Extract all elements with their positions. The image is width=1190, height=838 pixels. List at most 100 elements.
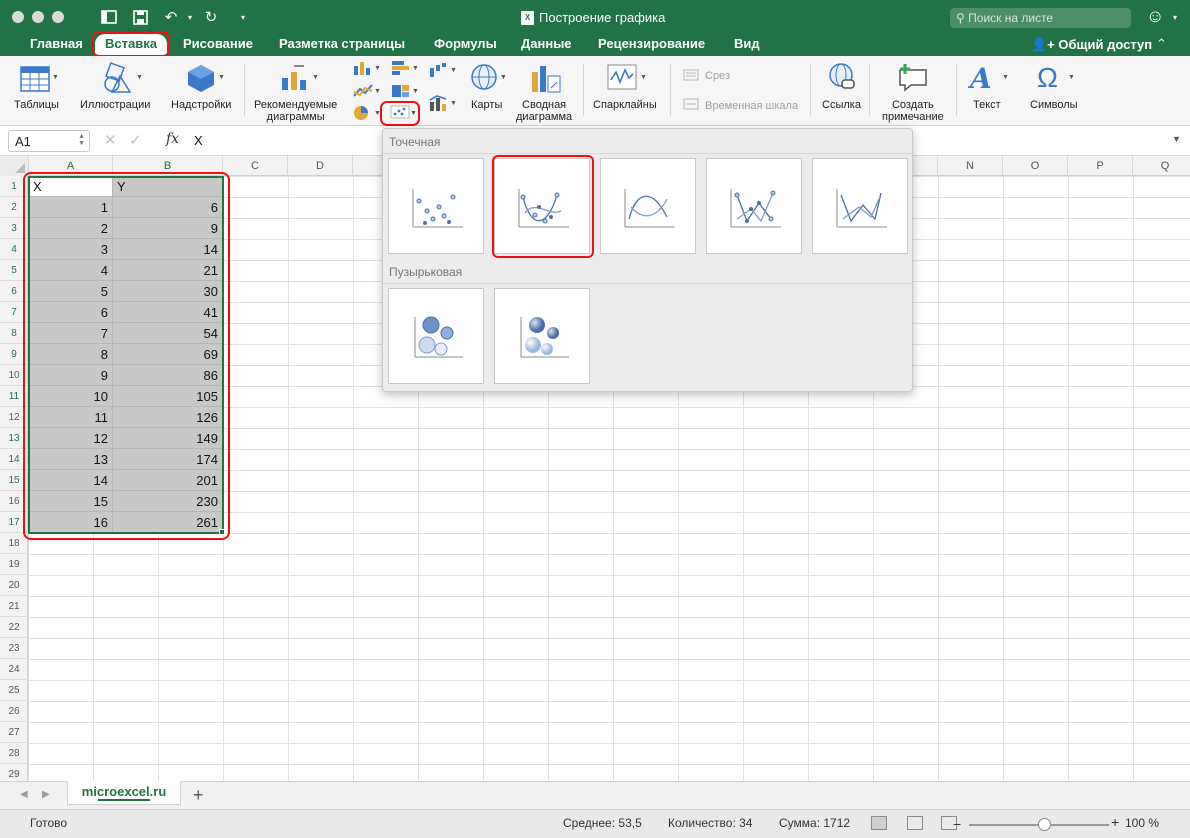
hierarchy-chart-caret-icon[interactable]: ▼	[412, 88, 419, 95]
row-header[interactable]: 27	[0, 722, 28, 743]
undo-icon[interactable]: ↶	[161, 8, 181, 26]
cancel-formula-icon[interactable]: ✕	[104, 132, 117, 149]
row-header[interactable]: 22	[0, 617, 28, 638]
symbols-button[interactable]: Символы	[1030, 99, 1078, 111]
bar-chart-icon[interactable]	[390, 60, 412, 79]
table-icon[interactable]	[20, 66, 50, 95]
link-button[interactable]: Ссылка	[822, 99, 861, 111]
scatter-straight-lines-markers-option[interactable]	[706, 158, 802, 254]
maps-button[interactable]: Карты	[471, 99, 502, 111]
close-window-button[interactable]	[12, 11, 24, 23]
new-comment-icon[interactable]	[897, 62, 929, 95]
symbols-icon[interactable]: Ω	[1037, 62, 1058, 94]
line-chart-caret-icon[interactable]: ▼	[374, 88, 381, 95]
tab-home[interactable]: Главная	[30, 36, 83, 51]
combo-chart-icon[interactable]	[428, 94, 450, 115]
row-header[interactable]: 21	[0, 596, 28, 617]
illustrations-caret-icon[interactable]: ▼	[136, 74, 143, 81]
formula-input[interactable]: X	[194, 133, 203, 148]
maps-caret-icon[interactable]: ▼	[500, 74, 507, 81]
row-header[interactable]: 23	[0, 638, 28, 659]
previous-sheet-icon[interactable]: ◀	[20, 789, 28, 800]
normal-view-icon[interactable]	[871, 816, 887, 830]
next-sheet-icon[interactable]: ▶	[42, 789, 50, 800]
zoom-level[interactable]: 100 %	[1125, 816, 1159, 830]
feedback-dropdown-icon[interactable]: ▾	[1165, 8, 1185, 26]
tables-button[interactable]: Таблицы	[14, 99, 59, 111]
recommended-charts-caret-icon[interactable]: ▼	[312, 74, 319, 81]
row-header[interactable]: 28	[0, 743, 28, 764]
insert-function-button[interactable]: fx	[166, 131, 179, 147]
search-sheet-input[interactable]: ⚲ Поиск на листе	[950, 8, 1131, 28]
bar-chart-caret-icon[interactable]: ▼	[412, 65, 419, 72]
3d-bubble-chart-option[interactable]	[494, 288, 590, 384]
hierarchy-chart-icon[interactable]	[390, 83, 412, 102]
pie-chart-icon[interactable]	[352, 105, 374, 124]
expand-formula-bar-icon[interactable]: ▼	[1172, 134, 1181, 144]
pivot-chart-icon[interactable]	[530, 62, 562, 97]
illustrations-icon[interactable]	[100, 62, 134, 97]
undo-dropdown-icon[interactable]: ▾	[180, 8, 200, 26]
waterfall-chart-caret-icon[interactable]: ▼	[450, 67, 457, 74]
tab-draw[interactable]: Рисование	[183, 36, 253, 51]
text-button[interactable]: Текст	[973, 99, 1001, 111]
recommended-charts-button[interactable]: Рекомендуемые диаграммы	[254, 99, 337, 123]
row-header[interactable]: 26	[0, 701, 28, 722]
zoom-out-icon[interactable]: −	[953, 816, 961, 832]
scatter-smooth-lines-option[interactable]	[600, 158, 696, 254]
row-header[interactable]: 20	[0, 575, 28, 596]
redo-icon[interactable]: ↻	[201, 8, 221, 26]
combo-chart-caret-icon[interactable]: ▼	[450, 100, 457, 107]
recommended-charts-icon[interactable]	[280, 64, 310, 95]
addins-caret-icon[interactable]: ▼	[218, 74, 225, 81]
scatter-straight-lines-option[interactable]	[812, 158, 908, 254]
tab-page-layout[interactable]: Разметка страницы	[279, 36, 405, 51]
pivot-chart-button[interactable]: Сводная диаграмма	[516, 99, 572, 123]
name-box-spinner-icon[interactable]: ▲ ▼	[78, 133, 85, 147]
column-chart-caret-icon[interactable]: ▼	[374, 65, 381, 72]
customize-toolbar-icon[interactable]: ▾	[233, 8, 253, 26]
maximize-window-button[interactable]	[52, 11, 64, 23]
sparklines-button[interactable]: Спарклайны	[593, 99, 657, 111]
minimize-window-button[interactable]	[32, 11, 44, 23]
share-button[interactable]: 👤+ Общий доступ	[1031, 37, 1152, 53]
scatter-markers-only-option[interactable]	[388, 158, 484, 254]
maps-icon[interactable]	[469, 62, 499, 95]
new-comment-button[interactable]: Создать примечание	[882, 99, 944, 123]
row-header[interactable]: 19	[0, 554, 28, 575]
feedback-smiley-icon[interactable]: ☺	[1146, 6, 1164, 27]
bubble-chart-option[interactable]	[388, 288, 484, 384]
column-chart-icon[interactable]	[352, 60, 374, 79]
column-header[interactable]: Q	[1133, 156, 1190, 176]
name-box[interactable]: A1 ▲ ▼	[8, 130, 90, 152]
column-header[interactable]: P	[1068, 156, 1133, 176]
sidebar-toggle-icon[interactable]	[99, 8, 119, 26]
tab-view[interactable]: Вид	[734, 36, 760, 51]
add-sheet-button[interactable]: +	[193, 785, 204, 806]
column-header[interactable]: C	[223, 156, 288, 176]
waterfall-chart-icon[interactable]	[428, 62, 450, 81]
text-icon[interactable]: A	[970, 62, 992, 95]
confirm-formula-icon[interactable]: ✓	[129, 132, 142, 149]
zoom-in-icon[interactable]: +	[1111, 814, 1119, 830]
addins-icon[interactable]	[186, 63, 216, 96]
tab-review[interactable]: Рецензирование	[598, 36, 705, 51]
addins-button[interactable]: Надстройки	[171, 99, 231, 111]
illustrations-button[interactable]: Иллюстрации	[80, 99, 150, 111]
select-all-corner[interactable]	[0, 156, 29, 176]
column-header[interactable]: D	[288, 156, 353, 176]
text-caret-icon[interactable]: ▼	[1002, 74, 1009, 81]
link-icon[interactable]	[827, 62, 857, 95]
column-header[interactable]: O	[1003, 156, 1068, 176]
zoom-slider-knob[interactable]	[1038, 818, 1051, 831]
sparklines-icon[interactable]	[607, 64, 637, 93]
page-layout-view-icon[interactable]	[907, 816, 923, 830]
column-header[interactable]: N	[938, 156, 1003, 176]
sheet-tab[interactable]: microexcel.ru	[67, 781, 181, 805]
sparklines-caret-icon[interactable]: ▼	[640, 74, 647, 81]
symbols-caret-icon[interactable]: ▼	[1068, 74, 1075, 81]
tab-data[interactable]: Данные	[521, 36, 572, 51]
row-header[interactable]: 24	[0, 659, 28, 680]
save-icon[interactable]	[130, 8, 150, 26]
collapse-ribbon-icon[interactable]: ⌃	[1156, 36, 1167, 52]
